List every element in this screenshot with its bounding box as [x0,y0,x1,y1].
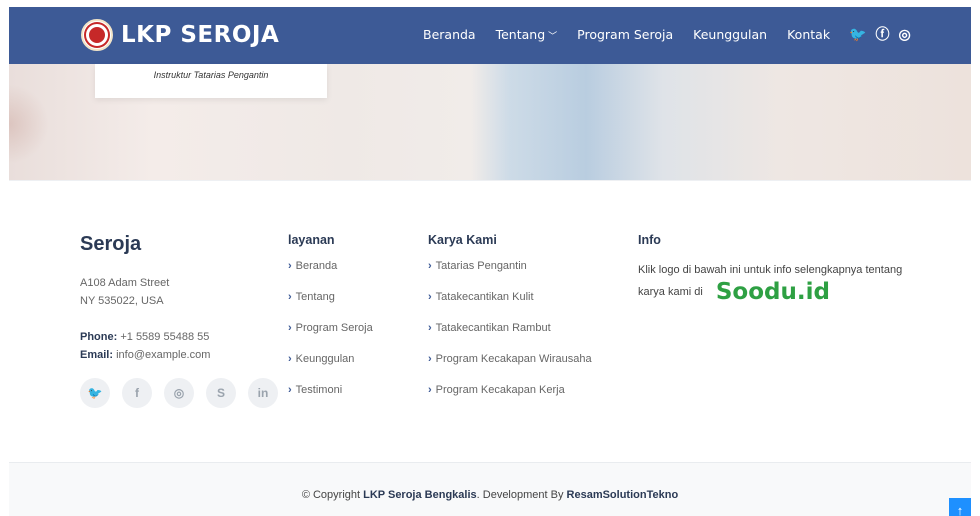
layanan-item[interactable]: › Beranda [288,259,373,273]
footer-socials: 🐦 f ◎ S in [80,378,290,408]
chevron-right-icon: › [288,353,292,365]
phone-row: Phone: +1 5589 55488 55 [80,328,290,346]
info-title: Info [638,233,661,247]
nav-tentang[interactable]: Tentang ﹀ [496,27,558,42]
copyright-developer[interactable]: ResamSolutionTekno [567,489,679,501]
layanan-item-label: Tentang [295,291,335,303]
chevron-right-icon: › [428,322,432,334]
layanan-list: › Beranda › Tentang › Program Seroja › Keung… [288,259,373,397]
layanan-item[interactable]: › Testimoni [288,383,373,397]
footer-seroja-title: Seroja [80,233,142,255]
footer-info-column: Info Klik logo di bawah ini untuk info s… [638,233,928,305]
nav-keunggulan[interactable]: Keunggulan [693,27,767,42]
site-header: LKP SEROJA Beranda Tentang ﹀ Program Sero… [9,7,971,64]
karya-item-label: Program Kecakapan Wirausaha [435,353,592,365]
arrow-up-icon: ↑ [956,502,964,516]
brand-name: LKP SEROJA [121,22,280,48]
copyright-middle: . Development By [476,489,567,501]
karya-item[interactable]: › Tatakecantikan Kulit [428,290,592,304]
chevron-right-icon: › [288,260,292,272]
layanan-item[interactable]: › Program Seroja [288,321,373,335]
karya-item-label: Tatakecantikan Rambut [435,322,551,334]
karya-item-label: Program Kecakapan Kerja [435,384,565,396]
layanan-item-label: Program Seroja [295,322,373,334]
main-nav: Beranda Tentang ﹀ Program Seroja Keunggul… [423,27,850,42]
twitter-icon[interactable]: 🐦 [80,378,110,408]
phone-label: Phone: [80,331,118,343]
footer-karya-column: Karya Kami › Tatarias Pengantin › Tatakeca… [428,233,592,414]
karya-title: Karya Kami [428,233,497,247]
instructor-role: Instruktur Tatarias Pengantin [153,70,269,80]
layanan-title: layanan [288,233,335,247]
footer-top: Seroja A108 Adam Street NY 535022, USA P… [9,180,971,462]
chevron-right-icon: › [288,322,292,334]
chevron-right-icon: › [428,384,432,396]
layanan-item[interactable]: › Keunggulan [288,352,373,366]
chevron-right-icon: › [428,353,432,365]
address-line-1: A108 Adam Street [80,277,170,289]
linkedin-icon[interactable]: in [248,378,278,408]
page-frame: LKP SEROJA Beranda Tentang ﹀ Program Sero… [9,7,971,516]
footer-layanan-column: layanan › Beranda › Tentang › Program Seroj… [288,233,373,414]
instagram-icon[interactable]: ◎ [898,26,910,43]
email-row: Email: info@example.com [80,346,290,364]
back-to-top-button[interactable]: ↑ [949,498,971,516]
address-line-2: NY 535022, USA [80,295,164,307]
instructor-card: Instruktur Tatarias Pengantin [95,64,327,98]
karya-item[interactable]: › Tatarias Pengantin [428,259,592,273]
hero-image-strip: Instruktur Tatarias Pengantin [9,64,971,180]
email-value[interactable]: info@example.com [116,349,210,361]
copyright-text: © Copyright LKP Seroja Bengkalis. Develo… [9,489,971,501]
chevron-right-icon: › [428,291,432,303]
karya-item[interactable]: › Program Kecakapan Kerja [428,383,592,397]
layanan-item-label: Testimoni [295,384,343,396]
chevron-right-icon: › [288,291,292,303]
facebook-icon[interactable]: ⓕ [875,24,889,44]
karya-item[interactable]: › Program Kecakapan Wirausaha [428,352,592,366]
footer-bottom: © Copyright LKP Seroja Bengkalis. Develo… [9,462,971,516]
skype-icon[interactable]: S [206,378,236,408]
copyright-prefix: © Copyright [301,489,364,501]
chevron-down-icon: ﹀ [548,32,558,42]
layanan-item-label: Beranda [295,260,338,272]
layanan-item[interactable]: › Tentang [288,290,373,304]
nav-beranda[interactable]: Beranda [423,27,476,42]
layanan-item-label: Keunggulan [295,353,355,365]
brand[interactable]: LKP SEROJA [81,19,279,51]
nav-tentang-label: Tentang [495,27,546,42]
karya-list: › Tatarias Pengantin › Tatakecantikan Kuli… [428,259,592,397]
nav-program-seroja[interactable]: Program Seroja [577,27,673,42]
header-socials: 🐦 ⓕ ◎ [849,24,920,44]
twitter-icon[interactable]: 🐦 [849,26,866,43]
instagram-icon[interactable]: ◎ [164,378,194,408]
email-label: Email: [80,349,114,361]
logo-icon [81,19,113,51]
nav-kontak[interactable]: Kontak [787,27,830,42]
chevron-right-icon: › [428,260,432,272]
karya-item-label: Tatakecantikan Kulit [435,291,534,303]
facebook-icon[interactable]: f [122,378,152,408]
karya-item[interactable]: › Tatakecantikan Rambut [428,321,592,335]
chevron-right-icon: › [288,384,292,396]
info-text: Klik logo di bawah ini untuk info seleng… [638,259,928,305]
soodu-logo-link[interactable]: Soodu.id [716,279,830,305]
footer-address: A108 Adam Street NY 535022, USA [80,274,290,310]
copyright-company: LKP Seroja Bengkalis [363,489,477,501]
footer-seroja-column: Seroja A108 Adam Street NY 535022, USA P… [80,233,290,408]
karya-item-label: Tatarias Pengantin [435,260,527,272]
phone-value: +1 5589 55488 55 [120,331,210,343]
footer-contact: Phone: +1 5589 55488 55 Email: info@exam… [80,328,290,364]
